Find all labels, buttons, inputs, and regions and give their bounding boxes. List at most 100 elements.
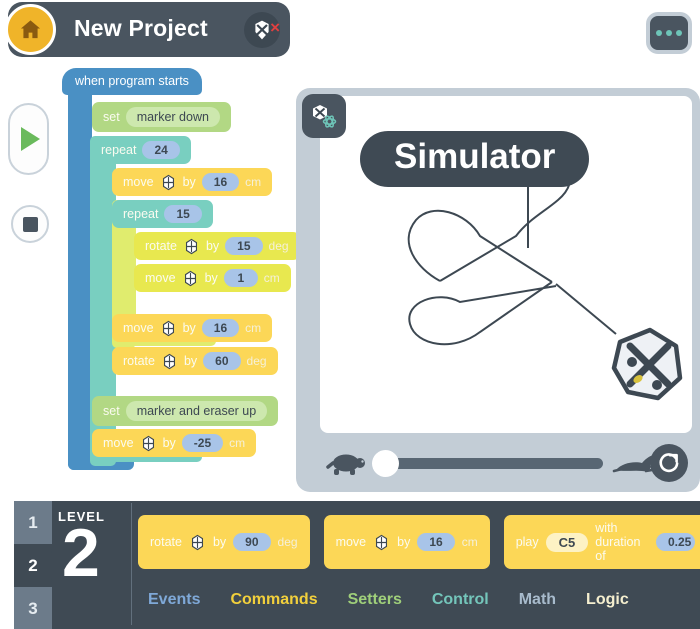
simulator-canvas[interactable]: Simulator bbox=[320, 96, 692, 433]
set-label: set bbox=[103, 404, 120, 418]
rotate-by-label: by bbox=[183, 354, 198, 368]
move-by-label: by bbox=[162, 436, 176, 450]
rotate-unit: deg bbox=[246, 354, 267, 368]
palette-play-duration-label: with duration of bbox=[595, 521, 641, 563]
category-tab-events[interactable]: Events bbox=[148, 591, 200, 609]
app-root: New Project × when program starts set ma… bbox=[0, 0, 700, 629]
move-label: move bbox=[123, 321, 154, 335]
level-tab-2-label: 2 bbox=[28, 555, 38, 575]
palette-block-play-note[interactable]: play C5 with duration of 0.25 bbox=[503, 515, 700, 569]
palette-rotate-unit: deg bbox=[277, 535, 298, 549]
move-value[interactable]: 16 bbox=[201, 319, 240, 337]
block-rotate-15[interactable]: rotate by 15 deg bbox=[134, 232, 300, 260]
bottom-bar: 1 2 3 LEVEL 2 rotate by 90 deg move by 1… bbox=[0, 497, 700, 629]
move-by-label: by bbox=[182, 175, 196, 189]
rotate-by-label: by bbox=[205, 239, 220, 253]
palette-move-unit: cm bbox=[461, 535, 478, 549]
menu-dot-1 bbox=[656, 30, 662, 36]
level-tab-1[interactable]: 1 bbox=[14, 501, 52, 544]
level-tab-3[interactable]: 3 bbox=[14, 587, 52, 629]
category-tab-setters[interactable]: Setters bbox=[348, 591, 402, 609]
set-value[interactable]: marker and eraser up bbox=[125, 401, 268, 421]
move-unit: cm bbox=[245, 175, 262, 189]
palette-block-move[interactable]: move by 16 cm bbox=[323, 515, 490, 569]
level-number: 2 bbox=[62, 515, 100, 591]
palette-rotate-value[interactable]: 90 bbox=[233, 533, 271, 551]
block-palette[interactable]: rotate by 90 deg move by 16 cm play C5 w… bbox=[138, 515, 700, 569]
block-move-16[interactable]: move by 16 cm bbox=[112, 168, 273, 196]
move-unit: cm bbox=[245, 321, 262, 335]
palette-move-value[interactable]: 16 bbox=[417, 533, 455, 551]
set-value[interactable]: marker down bbox=[125, 107, 220, 127]
project-title: New Project bbox=[74, 15, 208, 41]
turtle-icon bbox=[326, 454, 365, 475]
reset-button[interactable] bbox=[650, 444, 688, 482]
rotate-label: rotate bbox=[145, 239, 177, 253]
palette-play-label: play bbox=[515, 535, 539, 549]
home-button[interactable] bbox=[5, 4, 56, 55]
palette-move-by: by bbox=[397, 535, 411, 549]
repeat-count[interactable]: 24 bbox=[142, 141, 180, 159]
app-header: New Project × bbox=[5, 2, 290, 57]
robot-icon bbox=[185, 238, 197, 254]
move-label: move bbox=[123, 175, 154, 189]
level-tab-2[interactable]: 2 bbox=[14, 544, 52, 587]
speed-slider-knob[interactable] bbox=[372, 450, 399, 477]
level-selector: 1 2 3 bbox=[14, 501, 52, 629]
rotate-value[interactable]: 15 bbox=[225, 237, 263, 255]
move-unit: cm bbox=[229, 436, 246, 450]
move-by-label: by bbox=[204, 271, 218, 285]
block-move-negative-25[interactable]: move by -25 cm bbox=[92, 429, 257, 457]
simulator-tab-icon bbox=[313, 105, 337, 128]
rotate-value[interactable]: 60 bbox=[203, 352, 241, 370]
repeat-inner-label: repeat bbox=[123, 207, 159, 221]
home-icon bbox=[20, 20, 41, 39]
simulator-controls bbox=[320, 440, 692, 484]
block-set-marker-eraser-up[interactable]: set marker and eraser up bbox=[92, 396, 279, 426]
robot-icon bbox=[184, 270, 196, 286]
simulator-title: Simulator bbox=[360, 131, 590, 187]
block-move-1[interactable]: move by 1 cm bbox=[134, 264, 291, 292]
simulator-tab[interactable] bbox=[302, 94, 346, 138]
palette-move-label: move bbox=[335, 535, 367, 549]
menu-dot-2 bbox=[666, 30, 672, 36]
repeat-inner-count[interactable]: 15 bbox=[164, 205, 202, 223]
block-workspace[interactable]: when program starts set marker down repe… bbox=[0, 58, 300, 493]
palette-play-duration-value[interactable]: 0.25 bbox=[656, 533, 695, 551]
move-value[interactable]: 1 bbox=[223, 269, 258, 287]
move-value[interactable]: 16 bbox=[201, 173, 240, 191]
simulator-panel: Simulator bbox=[296, 88, 700, 492]
bottom-divider bbox=[131, 503, 132, 625]
level-tab-1-label: 1 bbox=[28, 512, 38, 532]
category-tabs[interactable]: Events Commands Setters Control Math Log… bbox=[148, 591, 629, 609]
robot-sprite bbox=[611, 327, 683, 401]
move-by-label: by bbox=[182, 321, 196, 335]
category-tab-math[interactable]: Math bbox=[519, 591, 556, 609]
move-label: move bbox=[103, 436, 134, 450]
set-label: set bbox=[103, 110, 120, 124]
program-spine bbox=[68, 86, 92, 470]
robot-icon bbox=[163, 353, 175, 369]
rotate-label: rotate bbox=[123, 354, 155, 368]
palette-play-note[interactable]: C5 bbox=[545, 532, 589, 552]
robot-icon bbox=[162, 320, 174, 336]
palette-block-rotate[interactable]: rotate by 90 deg bbox=[138, 515, 310, 569]
palette-rotate-label: rotate bbox=[150, 535, 182, 549]
block-when-program-starts[interactable]: when program starts bbox=[62, 68, 202, 95]
speed-slider-track[interactable] bbox=[378, 458, 603, 469]
reset-icon bbox=[659, 453, 679, 473]
block-move-16-second[interactable]: move by 16 cm bbox=[112, 314, 273, 342]
category-tab-commands[interactable]: Commands bbox=[230, 591, 317, 609]
disconnected-x-icon: × bbox=[270, 18, 280, 37]
robot-icon bbox=[142, 435, 154, 451]
block-set-marker-down[interactable]: set marker down bbox=[92, 102, 231, 132]
block-rotate-60[interactable]: rotate by 60 deg bbox=[112, 347, 278, 375]
category-tab-control[interactable]: Control bbox=[432, 591, 489, 609]
block-repeat-15[interactable]: repeat 15 bbox=[112, 200, 213, 228]
block-repeat-24[interactable]: repeat 24 bbox=[90, 136, 191, 164]
category-tab-logic[interactable]: Logic bbox=[586, 591, 629, 609]
robot-icon bbox=[376, 534, 388, 550]
more-options-button[interactable] bbox=[646, 12, 692, 54]
move-value[interactable]: -25 bbox=[181, 434, 224, 452]
robot-icon bbox=[162, 174, 174, 190]
